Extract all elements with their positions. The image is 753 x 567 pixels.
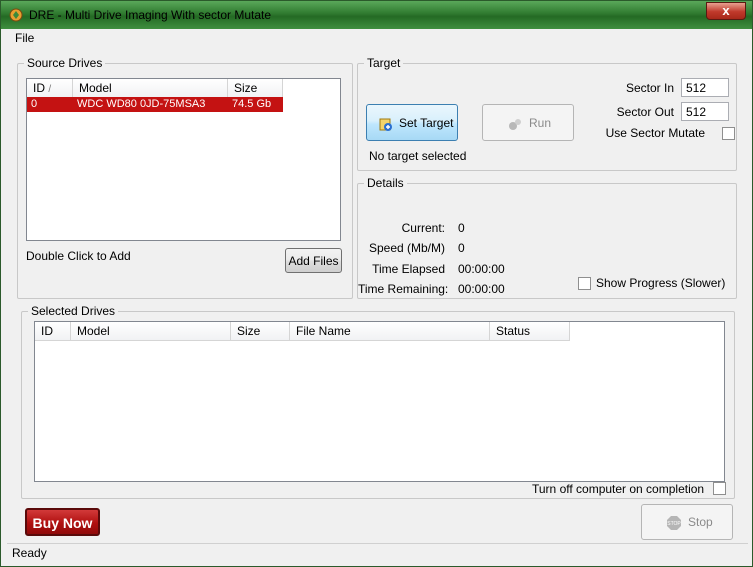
current-value: 0 xyxy=(458,221,465,235)
turn-off-label: Turn off computer on completion xyxy=(532,482,705,496)
col-id[interactable]: ID xyxy=(35,322,71,340)
col-size[interactable]: Size xyxy=(231,322,290,340)
remaining-label: Time Remaining: xyxy=(358,282,449,296)
sector-in-field[interactable]: 512 xyxy=(681,78,729,97)
stop-icon: STOP xyxy=(667,516,681,530)
target-group: Target Set Target Run No target selected… xyxy=(357,56,737,171)
elapsed-value: 00:00:00 xyxy=(458,262,505,276)
speed-label: Speed (Mb/M) xyxy=(368,241,445,255)
set-target-icon xyxy=(379,118,392,131)
stop-button[interactable]: STOP Stop xyxy=(641,504,733,540)
buy-now-button[interactable]: Buy Now xyxy=(25,508,100,536)
add-files-button[interactable]: Add Files xyxy=(285,248,342,273)
status-text: Ready xyxy=(12,546,47,560)
show-progress-checkbox[interactable] xyxy=(578,277,591,290)
source-drives-group: Source Drives ID / Model Size 0 WDC WD80… xyxy=(17,56,353,299)
status-bar: Ready xyxy=(7,543,748,562)
menu-bar: File xyxy=(7,29,748,47)
source-drives-label: Source Drives xyxy=(24,56,106,70)
col-status[interactable]: Status xyxy=(490,322,570,340)
menu-file[interactable]: File xyxy=(15,31,34,45)
elapsed-label: Time Elapsed xyxy=(372,262,445,276)
close-button[interactable]: x xyxy=(706,2,746,20)
details-group: Details Current: 0 Speed (Mb/M) 0 Time E… xyxy=(357,176,737,299)
sector-in-label: Sector In xyxy=(625,81,674,95)
sector-out-field[interactable]: 512 xyxy=(681,102,729,121)
target-status: No target selected xyxy=(369,149,467,163)
selected-drives-group: Selected Drives ID Model Size File Name … xyxy=(21,304,735,499)
col-id[interactable]: ID / xyxy=(27,79,73,97)
sector-out-label: Sector Out xyxy=(616,105,674,119)
speed-value: 0 xyxy=(458,241,465,255)
current-label: Current: xyxy=(401,221,445,235)
close-icon: x xyxy=(722,3,730,18)
selected-drives-label: Selected Drives xyxy=(28,304,119,318)
sort-indicator-icon: / xyxy=(48,84,52,95)
source-drive-row[interactable]: 0 WDC WD80 0JD-75MSA3 74.5 Gb xyxy=(27,97,283,112)
col-model[interactable]: Model xyxy=(71,322,231,340)
run-label: Run xyxy=(529,116,552,130)
row-id: 0 xyxy=(27,97,73,112)
col-size[interactable]: Size xyxy=(228,79,283,97)
source-drives-list[interactable]: ID / Model Size 0 WDC WD80 0JD-75MSA3 74… xyxy=(26,78,341,241)
show-progress-label: Show Progress (Slower) xyxy=(596,276,726,290)
details-label: Details xyxy=(364,176,407,190)
set-target-label: Set Target xyxy=(399,116,454,130)
double-click-hint: Double Click to Add xyxy=(26,249,131,263)
turn-off-checkbox[interactable] xyxy=(713,482,726,495)
target-label: Target xyxy=(364,56,404,70)
use-sector-mutate-checkbox[interactable] xyxy=(722,127,735,140)
set-target-button[interactable]: Set Target xyxy=(366,104,458,141)
source-drives-header: ID / Model Size xyxy=(27,79,283,98)
remaining-value: 00:00:00 xyxy=(458,282,505,296)
use-sector-mutate-label: Use Sector Mutate xyxy=(605,126,705,140)
stop-label: Stop xyxy=(688,515,713,529)
row-model: WDC WD80 0JD-75MSA3 xyxy=(73,97,228,112)
app-window: DRE - Multi Drive Imaging With sector Mu… xyxy=(0,0,753,567)
selected-drives-header: ID Model Size File Name Status xyxy=(35,322,570,341)
selected-drives-list[interactable]: ID Model Size File Name Status xyxy=(34,321,725,482)
window-title: DRE - Multi Drive Imaging With sector Mu… xyxy=(29,8,272,22)
run-icon xyxy=(509,119,521,130)
col-file-name[interactable]: File Name xyxy=(290,322,490,340)
col-model[interactable]: Model xyxy=(73,79,228,97)
row-size: 74.5 Gb xyxy=(228,97,283,112)
svg-text:STOP: STOP xyxy=(667,521,681,527)
run-button[interactable]: Run xyxy=(482,104,574,141)
title-bar[interactable]: DRE - Multi Drive Imaging With sector Mu… xyxy=(1,1,752,29)
app-icon xyxy=(9,8,23,22)
